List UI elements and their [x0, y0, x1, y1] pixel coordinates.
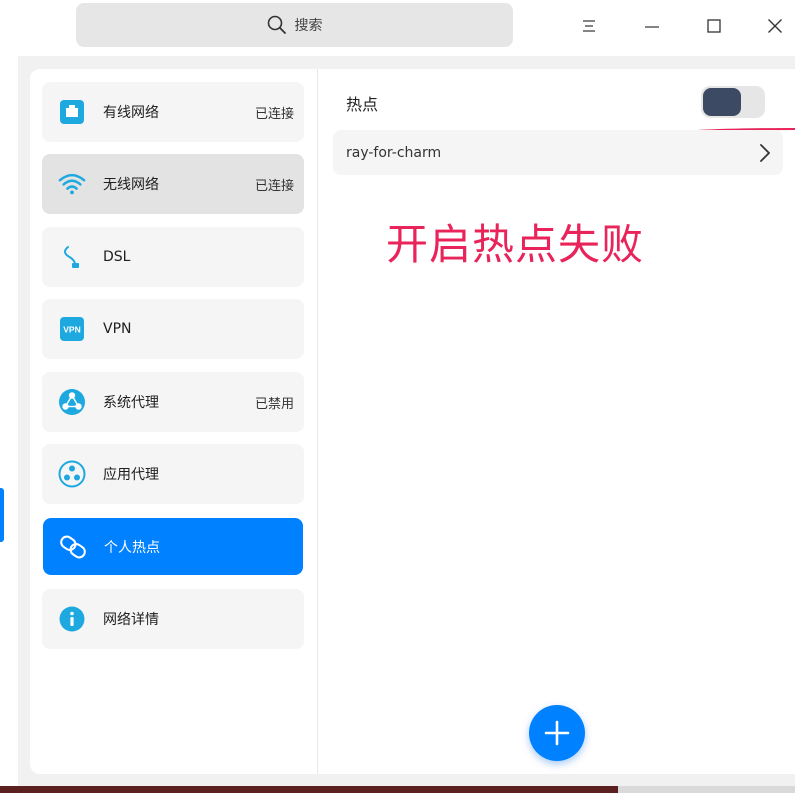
- nav-item-label: 系统代理: [103, 395, 159, 411]
- nav-item-label: 有线网络: [103, 105, 159, 121]
- info-icon: [58, 605, 86, 633]
- close-icon: [768, 19, 782, 33]
- close-button[interactable]: [757, 8, 793, 44]
- hotspot-ssid: ray-for-charm: [346, 144, 442, 161]
- nav-item-dsl[interactable]: DSL: [42, 227, 304, 287]
- vpn-icon: VPN: [58, 315, 86, 343]
- nav-item-app-proxy[interactable]: 应用代理: [42, 444, 304, 504]
- nav-item-hotspot[interactable]: 个人热点: [43, 518, 303, 575]
- chevron-right-icon: [760, 143, 770, 162]
- menu-icon: [583, 20, 595, 32]
- maximize-icon: [707, 19, 721, 33]
- toggle-knob: [703, 88, 741, 116]
- search-box[interactable]: 搜索: [76, 3, 513, 47]
- dsl-icon: [58, 243, 86, 271]
- nav-item-label: 个人热点: [104, 539, 160, 556]
- hotspot-icon: [59, 533, 87, 561]
- nav-item-system-proxy[interactable]: 系统代理 已禁用: [42, 372, 304, 432]
- error-annotation: 开启热点失败: [386, 220, 645, 269]
- nav-item-label: 网络详情: [103, 612, 159, 628]
- add-hotspot-button[interactable]: [529, 705, 585, 761]
- nav-item-label: VPN: [103, 321, 132, 337]
- minimize-icon: [645, 26, 659, 28]
- hotspot-content: 热点 ray-for-charm 开启热点失败: [319, 69, 795, 774]
- hotspot-ssid-row[interactable]: ray-for-charm: [333, 130, 783, 175]
- menu-button[interactable]: [571, 8, 607, 44]
- hotspot-title: 热点: [346, 95, 379, 114]
- nav-item-network-details[interactable]: 网络详情: [42, 589, 304, 649]
- left-selection-indicator: [0, 488, 4, 542]
- wifi-icon: [58, 170, 86, 198]
- plus-icon: [544, 720, 570, 746]
- nav-item-label: DSL: [103, 249, 131, 265]
- search-icon: [267, 15, 286, 34]
- left-sidebar-strip: [0, 56, 18, 787]
- search-label: 搜索: [294, 18, 323, 34]
- nav-item-label: 无线网络: [103, 177, 159, 193]
- nav-item-status: 已连接: [254, 106, 294, 122]
- nav-item-wireless[interactable]: 无线网络 已连接: [42, 154, 304, 214]
- title-bar: 搜索: [0, 0, 795, 56]
- nav-item-status: 已禁用: [254, 396, 294, 412]
- nav-item-status: 已连接: [254, 178, 294, 194]
- maximize-button[interactable]: [696, 8, 732, 44]
- app-proxy-icon: [58, 460, 86, 488]
- taskbar-edge-light: [618, 786, 795, 793]
- network-panel: 有线网络 已连接 无线网络 已连接 DSL VPN VPN 系统代理 已禁用 应…: [30, 69, 795, 774]
- network-nav: 有线网络 已连接 无线网络 已连接 DSL VPN VPN 系统代理 已禁用 应…: [30, 69, 318, 774]
- taskbar-edge: [0, 786, 795, 793]
- nav-item-vpn[interactable]: VPN VPN: [42, 299, 304, 359]
- hotspot-toggle[interactable]: [701, 86, 765, 118]
- nav-item-label: 应用代理: [103, 467, 159, 483]
- wired-network-icon: [58, 98, 86, 126]
- minimize-button[interactable]: [634, 8, 670, 44]
- vpn-icon-text: VPN: [63, 325, 80, 335]
- system-proxy-icon: [58, 388, 86, 416]
- nav-item-wired[interactable]: 有线网络 已连接: [42, 82, 304, 142]
